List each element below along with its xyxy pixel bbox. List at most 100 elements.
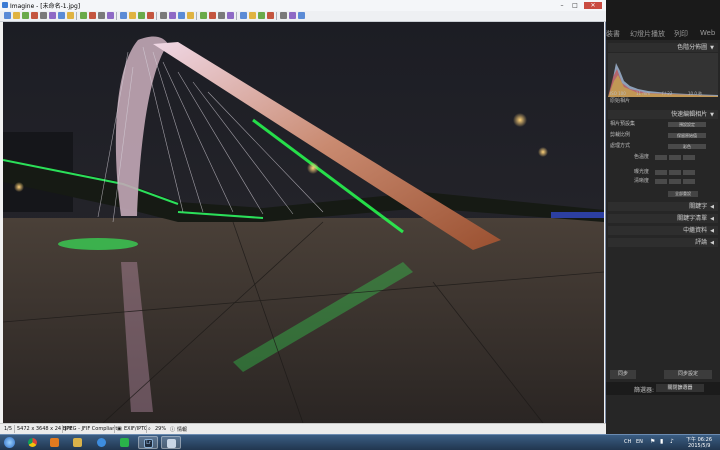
- cut-icon[interactable]: [67, 12, 74, 19]
- zoom-in-icon[interactable]: [200, 12, 207, 19]
- fit-icon[interactable]: [218, 12, 225, 19]
- clarity-step-1[interactable]: [655, 179, 667, 184]
- panel-triangle-icon: ◀: [710, 216, 714, 222]
- exposure-step-3[interactable]: [683, 170, 695, 175]
- crop-label: 剪裁比例: [610, 132, 631, 138]
- fullscreen-icon[interactable]: [240, 12, 247, 19]
- grid-icon[interactable]: [249, 12, 256, 19]
- quick-develop-header[interactable]: 快速編輯相片 ▼: [608, 110, 718, 119]
- language-indicator[interactable]: CH: [624, 439, 631, 445]
- exposure-step-1[interactable]: [655, 170, 667, 175]
- lightroom-identity-plate: [604, 0, 720, 26]
- taskbar-line[interactable]: [115, 436, 135, 449]
- street-light: [307, 162, 319, 174]
- sync-button[interactable]: 同步: [610, 370, 636, 379]
- filter-select[interactable]: 關閉篩選器: [656, 384, 704, 392]
- taskbar-imagine[interactable]: [161, 436, 181, 449]
- temp-step-1[interactable]: [655, 155, 667, 160]
- exposure-step-2[interactable]: [669, 170, 681, 175]
- clock-time[interactable]: 下午 06:26: [686, 436, 712, 443]
- exposure-label: 曝光度: [634, 169, 650, 175]
- new-icon[interactable]: [4, 12, 11, 19]
- comments-header[interactable]: 評論 ◀: [608, 238, 718, 247]
- save-icon[interactable]: [22, 12, 29, 19]
- slideshow-icon[interactable]: [138, 12, 145, 19]
- clarity-step-2[interactable]: [669, 179, 681, 184]
- hist-iso: ISO 100: [610, 91, 626, 96]
- status-divider: [146, 425, 147, 433]
- undo-icon[interactable]: [98, 12, 105, 19]
- taskbar-chrome[interactable]: [23, 436, 43, 449]
- line-icon: [120, 438, 129, 447]
- panel-triangle-icon: ▼: [710, 45, 714, 51]
- window-title: Imagine - [未命名-1.jpg]: [10, 3, 81, 10]
- settings-icon[interactable]: [280, 12, 287, 19]
- folder-up-icon[interactable]: [58, 12, 65, 19]
- maximize-button[interactable]: □: [569, 2, 581, 9]
- temp-step-3[interactable]: [683, 155, 695, 160]
- actual-size-icon[interactable]: [227, 12, 234, 19]
- treatment-select[interactable]: 彩色: [668, 144, 706, 149]
- module-web[interactable]: Web: [700, 29, 715, 37]
- help-icon[interactable]: [298, 12, 305, 19]
- taskbar-ie[interactable]: [92, 436, 112, 449]
- toolbar-separator: [276, 12, 277, 20]
- zoom-level: 29%: [155, 426, 167, 432]
- taskbar-media-player[interactable]: [45, 436, 65, 449]
- taskbar-lightroom[interactable]: Lr: [138, 436, 158, 449]
- toolbar-separator: [236, 12, 237, 20]
- photo-icon[interactable]: [147, 12, 154, 19]
- keyword-list-header[interactable]: 關鍵字清單 ◀: [608, 214, 718, 223]
- temp-step-2[interactable]: [669, 155, 681, 160]
- ime-indicator[interactable]: EN: [636, 439, 643, 445]
- exif-label[interactable]: EXIF/IPTC: [124, 426, 147, 432]
- flag-icon[interactable]: ⚑: [650, 438, 655, 445]
- forward-icon[interactable]: [49, 12, 56, 19]
- plugin-icon[interactable]: [289, 12, 296, 19]
- green-reflection: [58, 238, 138, 250]
- keywording-header[interactable]: 關鍵字 ◀: [608, 202, 718, 211]
- keywording-label: 關鍵字: [689, 203, 708, 210]
- crop-select[interactable]: 保留原始值: [668, 133, 706, 138]
- redo-icon[interactable]: [107, 12, 114, 19]
- thumbnails-icon[interactable]: [258, 12, 265, 19]
- rotate-right-icon[interactable]: [169, 12, 176, 19]
- sync-settings-button[interactable]: 同步設定: [664, 370, 712, 379]
- clock-date[interactable]: 2015/5/9: [688, 443, 710, 449]
- copy-icon[interactable]: [80, 12, 87, 19]
- camera-icon: ▣: [117, 426, 122, 432]
- info-icon[interactable]: [120, 12, 127, 19]
- convert-icon[interactable]: [129, 12, 136, 19]
- close-button[interactable]: ✕: [584, 2, 602, 9]
- module-slideshow[interactable]: 幻燈片播放: [630, 29, 665, 39]
- back-icon[interactable]: [40, 12, 47, 19]
- histogram-panel-header[interactable]: 色階分佈圖 ▼: [608, 43, 718, 52]
- flip-icon[interactable]: [178, 12, 185, 19]
- module-book[interactable]: 裝書: [606, 29, 620, 39]
- zoom-out-icon[interactable]: [209, 12, 216, 19]
- crop-icon[interactable]: [187, 12, 194, 19]
- network-icon[interactable]: ▮: [660, 438, 663, 445]
- start-button[interactable]: [2, 436, 18, 449]
- filmstrip-filter-bar: 篩選器: 關閉篩選器: [604, 382, 720, 395]
- browse-icon[interactable]: [267, 12, 274, 19]
- metadata-header[interactable]: 中繼資料 ◀: [608, 226, 718, 235]
- print-icon[interactable]: [31, 12, 38, 19]
- minimize-button[interactable]: –: [556, 2, 568, 9]
- toolbar-separator: [196, 12, 197, 20]
- rotate-left-icon[interactable]: [160, 12, 167, 19]
- toolbar-separator: [116, 12, 117, 20]
- paste-icon[interactable]: [89, 12, 96, 19]
- image-canvas[interactable]: [3, 22, 604, 423]
- status-divider: [114, 425, 115, 433]
- preset-select[interactable]: 預設設定: [668, 122, 706, 127]
- windows-taskbar: Lr CH EN ⚑ ▮ ♪ 下午 06:26 2015/5/9: [0, 434, 720, 450]
- reset-all-button[interactable]: 全部重設: [668, 191, 698, 197]
- clarity-step-3[interactable]: [683, 179, 695, 184]
- filter-label: 篩選器:: [634, 387, 655, 394]
- taskbar-explorer[interactable]: [68, 436, 88, 449]
- open-icon[interactable]: [13, 12, 20, 19]
- lightroom-icon: Lr: [144, 439, 153, 448]
- module-print[interactable]: 列印: [674, 29, 688, 39]
- volume-icon[interactable]: ♪: [670, 438, 674, 445]
